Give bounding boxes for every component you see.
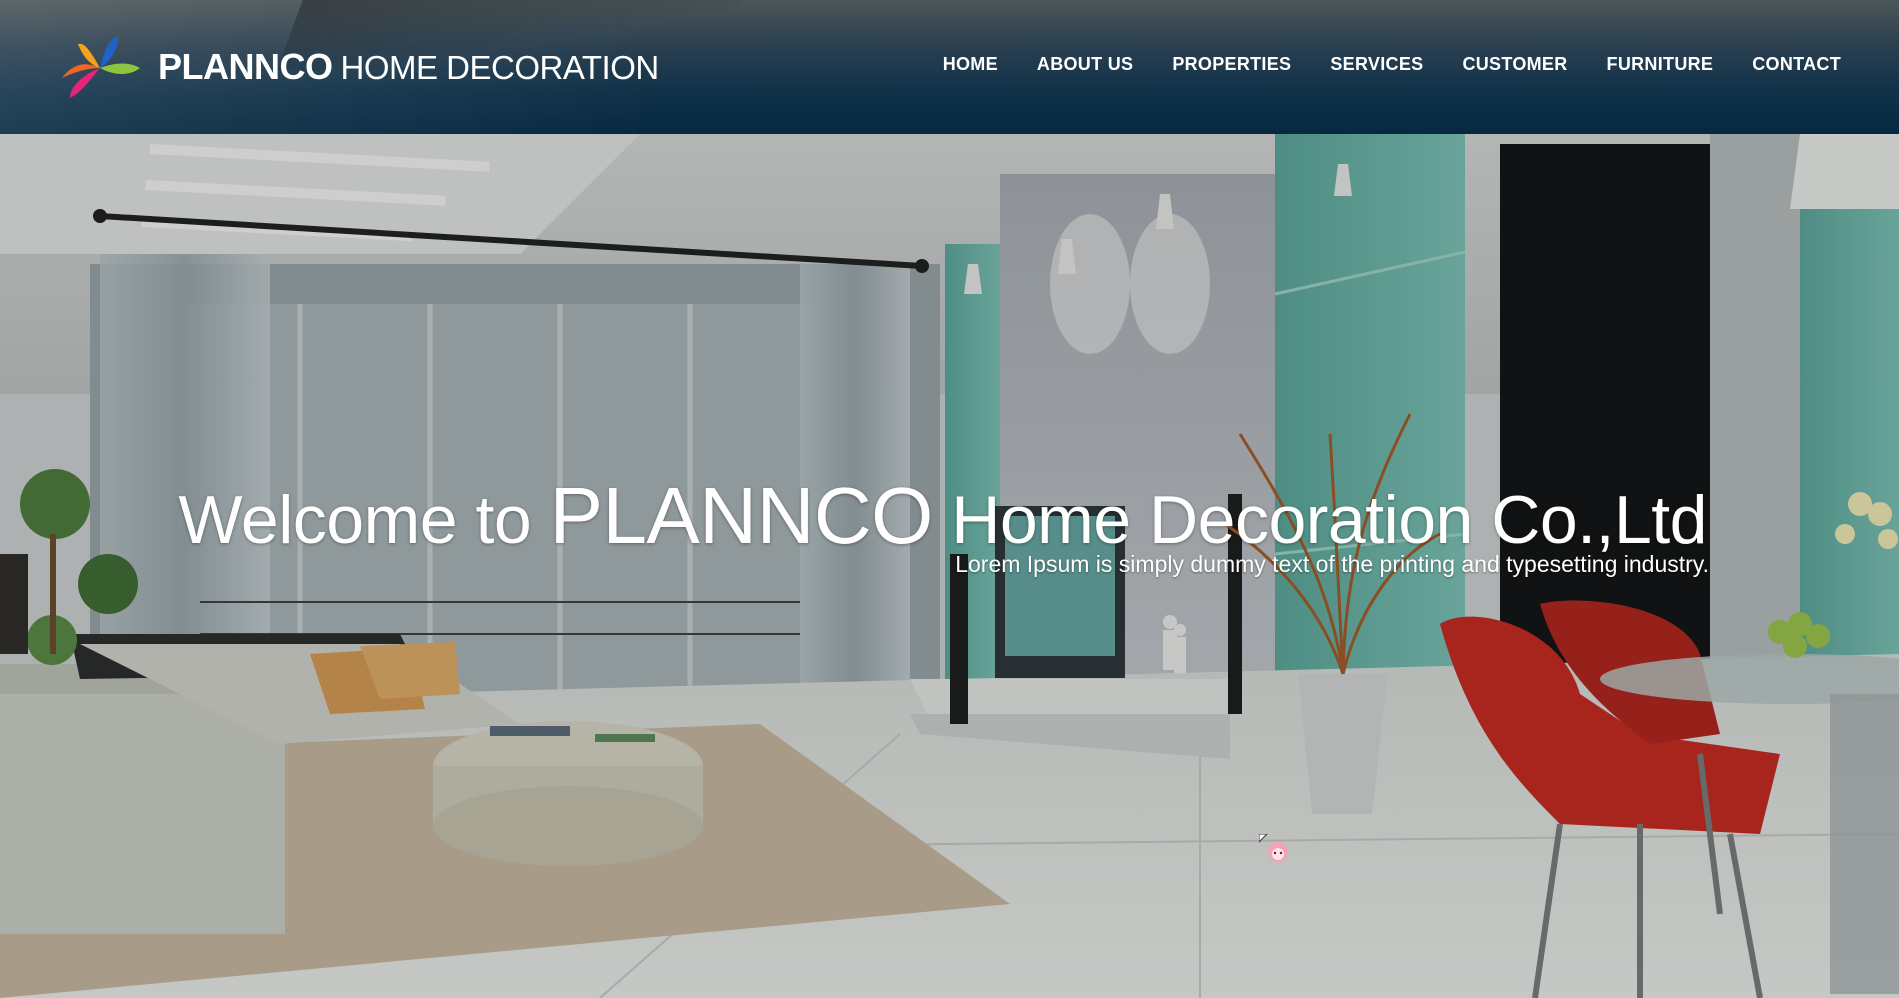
- hero-banner: Welcome to PLANNCO Home Decoration Co.,L…: [0, 134, 1899, 998]
- hero-subtitle: Lorem Ipsum is simply dummy text of the …: [955, 551, 1709, 577]
- nav-services[interactable]: SERVICES: [1330, 54, 1423, 75]
- nav-properties[interactable]: PROPERTIES: [1172, 54, 1291, 75]
- brand-logo-link[interactable]: PLANNCO HOME DECORATION: [60, 32, 659, 102]
- nav-home[interactable]: HOME: [943, 54, 998, 75]
- hero-title: Welcome to PLANNCO Home Decoration Co.,L…: [0, 470, 1707, 562]
- hero-title-post: Home Decoration Co.,Ltd: [932, 481, 1707, 558]
- hero-title-brand: PLANNCO: [549, 470, 934, 560]
- brand-name-light: HOME DECORATION: [340, 49, 660, 86]
- nav-about-us[interactable]: ABOUT US: [1037, 54, 1133, 75]
- nav-furniture[interactable]: FURNITURE: [1607, 54, 1714, 75]
- hero-title-pre: Welcome to: [178, 481, 550, 558]
- brand-name-strong: PLANNCO: [158, 46, 333, 87]
- main-nav: HOME ABOUT US PROPERTIES SERVICES CUSTOM…: [904, 54, 1841, 75]
- brand-name: PLANNCO HOME DECORATION: [158, 46, 659, 88]
- nav-contact[interactable]: CONTACT: [1752, 54, 1841, 75]
- mascot-cursor-icon: [1259, 834, 1288, 862]
- pinwheel-logo-icon: [62, 36, 140, 98]
- site-header: PLANNCO HOME DECORATION HOME ABOUT US PRO…: [0, 0, 1899, 134]
- nav-customer[interactable]: CUSTOMER: [1462, 54, 1567, 75]
